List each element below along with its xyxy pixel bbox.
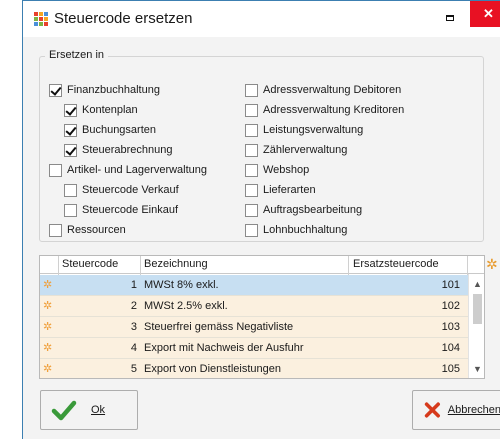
cell-steuercode: 1	[130, 279, 137, 291]
checkbox-artikel-lagerverwaltung[interactable]: Artikel- und Lagerverwaltung	[49, 163, 207, 177]
table-row[interactable]: ✲ 4 Export mit Nachweis der Ausfuhr 104	[40, 338, 468, 359]
header-steuercode[interactable]: Steuercode	[62, 258, 118, 270]
checkbox-box[interactable]	[245, 163, 258, 177]
checkbox-label: Buchungsarten	[82, 124, 156, 136]
checkbox-buchungsarten[interactable]: Buchungsarten	[64, 123, 156, 137]
scroll-thumb[interactable]	[473, 294, 482, 324]
checkbox-finanzbuchhaltung[interactable]: Finanzbuchhaltung	[49, 83, 160, 97]
scroll-down-icon[interactable]: ▼	[469, 361, 484, 377]
checkbox-box[interactable]	[49, 163, 62, 177]
checkbox-lieferarten[interactable]: Lieferarten	[245, 183, 316, 197]
close-icon: ✕	[483, 6, 494, 21]
checkbox-box[interactable]	[64, 183, 77, 197]
checkbox-label: Steuercode Verkauf	[82, 184, 179, 196]
checkbox-box[interactable]	[245, 83, 258, 97]
checkbox-box[interactable]	[64, 103, 77, 117]
checkbox-steuercode-einkauf[interactable]: Steuercode Einkauf	[64, 203, 178, 217]
checkbox-box[interactable]	[49, 83, 62, 97]
restore-button[interactable]	[441, 9, 459, 27]
checkbox-box[interactable]	[64, 203, 77, 217]
window-title: Steuercode ersetzen	[54, 10, 193, 27]
ok-label: Ok	[91, 404, 106, 416]
group-legend: Ersetzen in	[45, 49, 109, 61]
cell-ersatzsteuercode[interactable]: 105	[352, 363, 460, 375]
checkbox-label: Adressverwaltung Debitoren	[263, 84, 402, 96]
checkbox-leistungsverwaltung[interactable]: Leistungsverwaltung	[245, 123, 363, 137]
close-button[interactable]: ✕	[470, 1, 500, 27]
cancel-label: Abbrechen	[447, 404, 500, 416]
checkbox-label: Lohnbuchhaltung	[263, 224, 348, 236]
app-grid-icon	[34, 12, 48, 26]
cell-steuercode: 4	[130, 342, 137, 354]
table-row[interactable]: ✲ 2 MWSt 2.5% exkl. 102	[40, 296, 468, 317]
row-gear-icon[interactable]: ✲	[43, 321, 55, 333]
cell-bezeichnung: MWSt 2.5% exkl.	[144, 300, 228, 312]
checkbox-box[interactable]	[245, 223, 258, 237]
checkbox-webshop[interactable]: Webshop	[245, 163, 309, 177]
checkbox-label: Finanzbuchhaltung	[67, 84, 160, 96]
cell-steuercode: 3	[130, 321, 137, 333]
checkbox-steuercode-verkauf[interactable]: Steuercode Verkauf	[64, 183, 179, 197]
cell-bezeichnung: MWSt 8% exkl.	[144, 279, 219, 291]
table-row[interactable]: ✲ 3 Steuerfrei gemäss Negativliste 103	[40, 317, 468, 338]
checkbox-box[interactable]	[64, 143, 77, 157]
checkbox-auftragsbearbeitung[interactable]: Auftragsbearbeitung	[245, 203, 362, 217]
ok-button[interactable]: Ok	[40, 390, 138, 430]
cell-steuercode: 2	[130, 300, 137, 312]
checkbox-label: Artikel- und Lagerverwaltung	[67, 164, 208, 176]
row-gear-icon[interactable]: ✲	[43, 342, 55, 354]
checkbox-label: Webshop	[263, 164, 310, 176]
checkbox-box[interactable]	[49, 223, 62, 237]
cell-ersatzsteuercode[interactable]: 102	[352, 300, 460, 312]
checkbox-zaehlerverwaltung[interactable]: Zählerverwaltung	[245, 143, 347, 157]
restore-icon	[446, 15, 454, 21]
cell-steuercode: 5	[130, 363, 137, 375]
tax-code-grid: Steuercode Bezeichnung Ersatzsteuercode …	[39, 255, 485, 379]
row-gear-icon[interactable]: ✲	[43, 300, 55, 312]
cancel-button[interactable]: Abbrechen	[412, 390, 500, 430]
checkbox-label: Auftragsbearbeitung	[263, 204, 363, 216]
checkbox-adressverwaltung-kreditoren[interactable]: Adressverwaltung Kreditoren	[245, 103, 404, 117]
grid-header: Steuercode Bezeichnung Ersatzsteuercode	[40, 256, 484, 274]
cell-ersatzsteuercode[interactable]: 103	[352, 321, 460, 333]
grid-settings-gear-icon[interactable]: ✲	[486, 257, 500, 271]
checkbox-ressourcen[interactable]: Ressourcen	[49, 223, 126, 237]
cell-ersatzsteuercode[interactable]: 104	[352, 342, 460, 354]
cell-bezeichnung: Steuerfrei gemäss Negativliste	[144, 321, 294, 333]
dialog-window: Steuercode ersetzen ✕ Ersetzen in Finanz…	[22, 0, 500, 439]
checkbox-box[interactable]	[64, 123, 77, 137]
checkbox-label: Steuercode Einkauf	[82, 204, 179, 216]
header-bezeichnung[interactable]: Bezeichnung	[144, 258, 208, 270]
checkbox-label: Steuerabrechnung	[82, 144, 173, 156]
checkbox-label: Ressourcen	[67, 224, 126, 236]
scroll-up-icon[interactable]: ▲	[469, 276, 484, 292]
checkbox-box[interactable]	[245, 103, 258, 117]
checkbox-label: Kontenplan	[82, 104, 138, 116]
cancel-x-icon	[424, 402, 440, 418]
checkbox-box[interactable]	[245, 123, 258, 137]
checkbox-label: Adressverwaltung Kreditoren	[263, 104, 405, 116]
checkbox-label: Leistungsverwaltung	[263, 124, 364, 136]
checkbox-lohnbuchhaltung[interactable]: Lohnbuchhaltung	[245, 223, 347, 237]
checkbox-box[interactable]	[245, 143, 258, 157]
table-row[interactable]: ✲ 1 MWSt 8% exkl. 101	[40, 275, 468, 296]
cell-bezeichnung: Export mit Nachweis der Ausfuhr	[144, 342, 304, 354]
checkbox-label: Zählerverwaltung	[263, 144, 348, 156]
checkbox-box[interactable]	[245, 183, 258, 197]
checkbox-steuerabrechnung[interactable]: Steuerabrechnung	[64, 143, 173, 157]
cell-ersatzsteuercode[interactable]: 101	[352, 279, 460, 291]
checkbox-adressverwaltung-debitoren[interactable]: Adressverwaltung Debitoren	[245, 83, 401, 97]
row-gear-icon[interactable]: ✲	[43, 363, 55, 375]
table-row[interactable]: ✲ 5 Export von Dienstleistungen 105	[40, 359, 468, 378]
checkmark-icon	[51, 400, 77, 421]
title-bar[interactable]: Steuercode ersetzen ✕	[23, 1, 500, 37]
row-gear-icon[interactable]: ✲	[43, 279, 55, 291]
checkbox-label: Lieferarten	[263, 184, 316, 196]
checkbox-box[interactable]	[245, 203, 258, 217]
header-ersatzsteuercode[interactable]: Ersatzsteuercode	[353, 258, 439, 270]
cell-bezeichnung: Export von Dienstleistungen	[144, 363, 281, 375]
grid-scrollbar[interactable]: ▲ ▼	[468, 274, 484, 378]
checkbox-kontenplan[interactable]: Kontenplan	[64, 103, 138, 117]
